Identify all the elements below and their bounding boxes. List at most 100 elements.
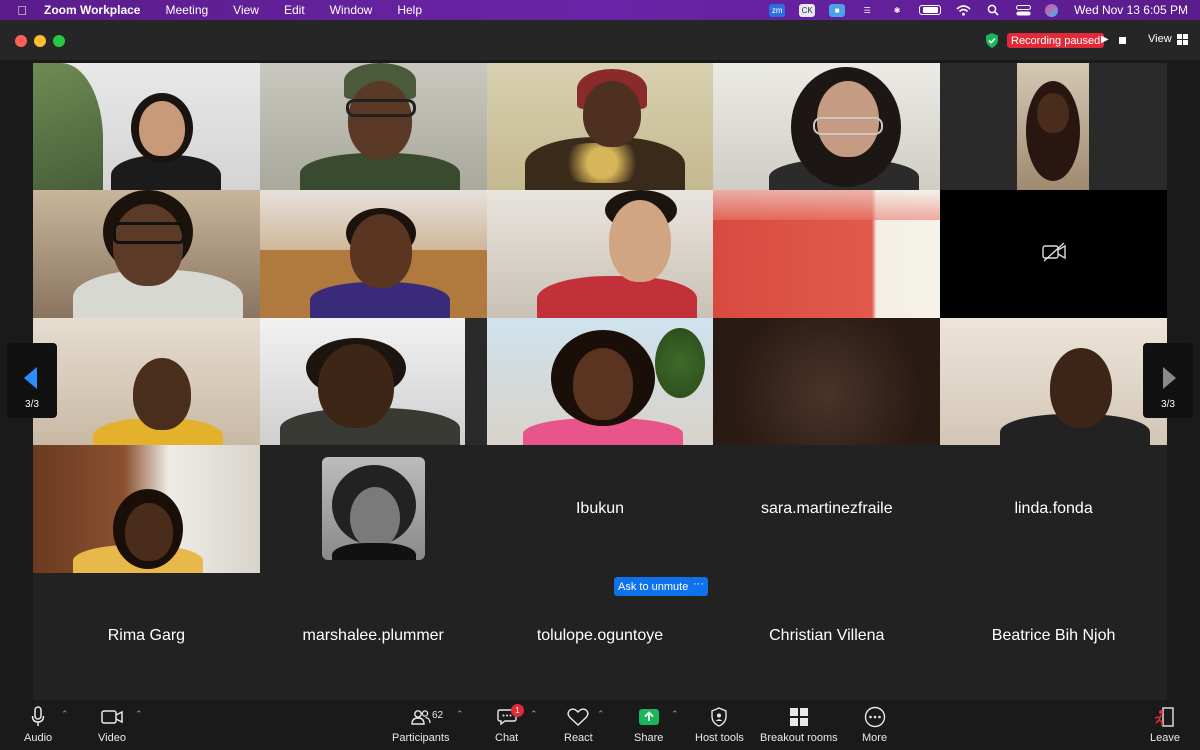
video-tile[interactable] (713, 317, 941, 446)
apple-icon[interactable]:  (0, 3, 44, 18)
video-tile[interactable] (33, 190, 260, 318)
leave-button[interactable]: Leave (1150, 706, 1180, 744)
react-button[interactable]: React (564, 706, 593, 744)
video-options-caret-icon[interactable]: ⌃ (135, 709, 143, 720)
react-options-caret-icon[interactable]: ⌃ (597, 709, 605, 720)
menu-edit[interactable]: Edit (284, 3, 305, 17)
menu-window[interactable]: Window (330, 3, 373, 17)
breakout-rooms-label: Breakout rooms (760, 732, 838, 744)
video-tile[interactable] (486, 317, 714, 446)
video-tile[interactable] (259, 317, 487, 446)
participant-name: Ibukun (575, 499, 625, 517)
video-tile[interactable] (33, 445, 260, 573)
stop-recording-icon[interactable] (1119, 37, 1126, 44)
video-tile[interactable] (713, 190, 941, 318)
video-tile[interactable] (259, 190, 487, 318)
breakout-rooms-icon (789, 706, 809, 728)
chat-unread-badge: 1 (511, 704, 524, 717)
chat-label: Chat (495, 732, 519, 744)
more-button[interactable]: More (862, 706, 887, 744)
chat-options-caret-icon[interactable]: ⌃ (530, 709, 538, 720)
grid-view-icon (1176, 33, 1188, 45)
meeting-toolbar: Audio ⌃ Video ⌃ Participants 62 ⌃ Chat 1… (0, 700, 1200, 750)
participant-name-tile[interactable]: marshalee.plummer (260, 573, 487, 700)
more-icon (864, 706, 886, 728)
wifi-icon[interactable] (955, 4, 971, 17)
participants-count: 62 (432, 710, 444, 721)
zoom-icon[interactable]: zm (769, 3, 786, 17)
next-page-button[interactable]: 3/3 (1143, 343, 1193, 418)
zoom-window-button[interactable] (53, 35, 65, 47)
share-label: Share (634, 732, 664, 744)
video-camera-icon (101, 706, 123, 728)
window-titlebar: Recording paused ▶ View (0, 20, 1200, 60)
bluetooth-icon[interactable]: ✱ (889, 4, 905, 17)
security-shield-icon[interactable] (985, 33, 999, 48)
ck-icon[interactable]: CK (799, 3, 816, 17)
participant-name: Beatrice Bih Njoh (991, 627, 1116, 645)
control-center-icon[interactable] (1015, 4, 1031, 17)
participant-name: linda.fonda (1014, 499, 1093, 517)
participant-name-tile[interactable]: sara.martinezfraile (713, 445, 940, 572)
chevron-left-icon (24, 367, 37, 389)
participant-name-tile[interactable]: Rima Garg (33, 573, 260, 700)
video-tile[interactable] (259, 63, 487, 191)
app-icon[interactable]: ■ (829, 3, 846, 17)
host-tools-label: Host tools (695, 732, 744, 744)
page-indicator: 3/3 (25, 399, 39, 410)
audio-button[interactable]: Audio (24, 706, 52, 744)
video-tile[interactable] (486, 190, 714, 318)
share-options-caret-icon[interactable]: ⌃ (671, 709, 679, 720)
menu-meeting[interactable]: Meeting (165, 3, 208, 17)
participant-name: tolulope.oguntoye (536, 627, 664, 645)
video-tile[interactable] (33, 317, 260, 446)
video-tile[interactable] (33, 63, 260, 191)
video-tile[interactable] (940, 63, 1167, 191)
gallery-view: Ibukun sara.martinezfraile linda.fonda R… (33, 63, 1167, 700)
minimize-window-button[interactable] (34, 35, 46, 47)
react-label: React (564, 732, 593, 744)
menu-app-name[interactable]: Zoom Workplace (44, 3, 140, 17)
video-tile[interactable] (713, 63, 941, 191)
view-label: View (1148, 33, 1172, 45)
avatar-tile[interactable] (260, 445, 487, 572)
stack-icon[interactable]: ☰ (859, 4, 875, 17)
video-tile-camera-off[interactable] (940, 190, 1167, 318)
menu-view[interactable]: View (233, 3, 259, 17)
resume-recording-icon[interactable]: ▶ (1101, 34, 1109, 45)
participant-name: marshalee.plummer (302, 627, 444, 645)
previous-page-button[interactable]: 3/3 (7, 343, 57, 418)
participants-label: Participants (392, 732, 450, 744)
breakout-rooms-button[interactable]: Breakout rooms (760, 706, 838, 744)
video-tile[interactable] (486, 63, 714, 191)
battery-icon[interactable] (919, 5, 942, 15)
microphone-icon (31, 706, 45, 728)
siri-icon[interactable] (1045, 3, 1059, 17)
heart-icon (567, 706, 589, 728)
more-label: More (862, 732, 888, 744)
macos-menu-bar:  Zoom Workplace Meeting View Edit Windo… (0, 0, 1200, 20)
menu-help[interactable]: Help (397, 3, 422, 17)
participants-options-caret-icon[interactable]: ⌃ (456, 709, 464, 720)
page-indicator: 3/3 (1161, 399, 1175, 410)
participant-more-button[interactable]: ··· (689, 577, 708, 596)
host-tools-button[interactable]: Host tools (695, 706, 744, 744)
menu-clock[interactable]: Wed Nov 13 6:05 PM (1074, 3, 1188, 17)
view-button[interactable]: View (1148, 33, 1188, 45)
participant-name-tile[interactable]: linda.fonda (940, 445, 1167, 572)
audio-options-caret-icon[interactable]: ⌃ (61, 709, 69, 720)
participant-name-tile[interactable]: Beatrice Bih Njoh (940, 573, 1167, 700)
video-label: Video (98, 732, 126, 744)
leave-label: Leave (1150, 732, 1180, 744)
share-button[interactable]: Share (634, 706, 663, 744)
close-window-button[interactable] (15, 35, 27, 47)
search-icon[interactable] (985, 4, 1001, 17)
ask-to-unmute-button[interactable]: Ask to unmute (614, 577, 693, 596)
video-off-icon (1042, 242, 1066, 267)
participant-name-tile[interactable]: Ibukun (487, 445, 714, 572)
chevron-right-icon (1163, 367, 1176, 389)
video-tile[interactable] (940, 317, 1167, 446)
video-button[interactable]: Video (98, 706, 126, 744)
participant-name-tile[interactable]: Christian Villena (713, 573, 940, 700)
participants-icon (411, 706, 431, 728)
